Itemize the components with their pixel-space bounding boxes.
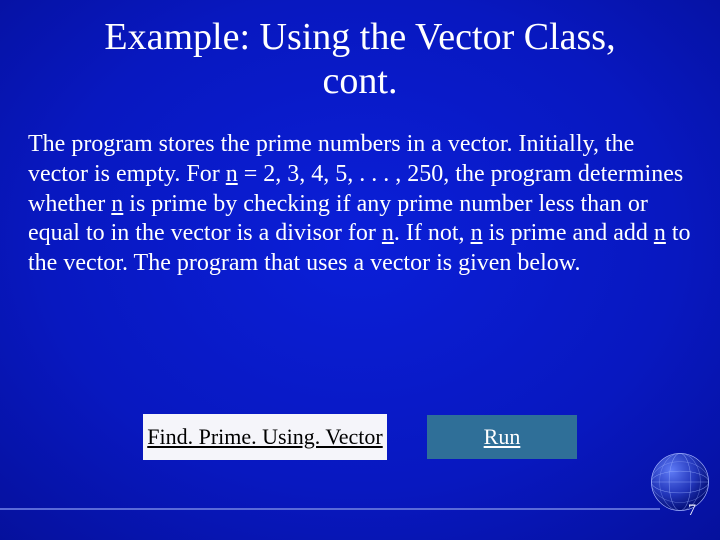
button-label: Find. Prime. Using. Vector — [147, 424, 382, 450]
var-n: n — [226, 161, 238, 187]
run-button[interactable]: Run — [427, 415, 577, 459]
title-line-1: Example: Using the Vector Class, — [104, 16, 615, 58]
body-text: . If not, — [394, 220, 471, 246]
button-row: Find. Prime. Using. Vector Run — [0, 414, 720, 460]
var-n: n — [654, 220, 666, 246]
find-prime-using-vector-button[interactable]: Find. Prime. Using. Vector — [143, 414, 387, 460]
var-n: n — [471, 220, 483, 246]
button-label: Run — [484, 424, 521, 450]
footer-divider — [0, 508, 660, 510]
title-line-2: cont. — [323, 60, 398, 102]
body-text: is prime and add — [483, 220, 654, 246]
slide-body: The program stores the prime numbers in … — [28, 130, 692, 279]
page-number: 7 — [688, 502, 696, 520]
var-n: n — [382, 220, 394, 246]
var-n: n — [111, 191, 123, 217]
slide-title: Example: Using the Vector Class, cont. — [0, 16, 720, 103]
slide: Example: Using the Vector Class, cont. T… — [0, 0, 720, 540]
